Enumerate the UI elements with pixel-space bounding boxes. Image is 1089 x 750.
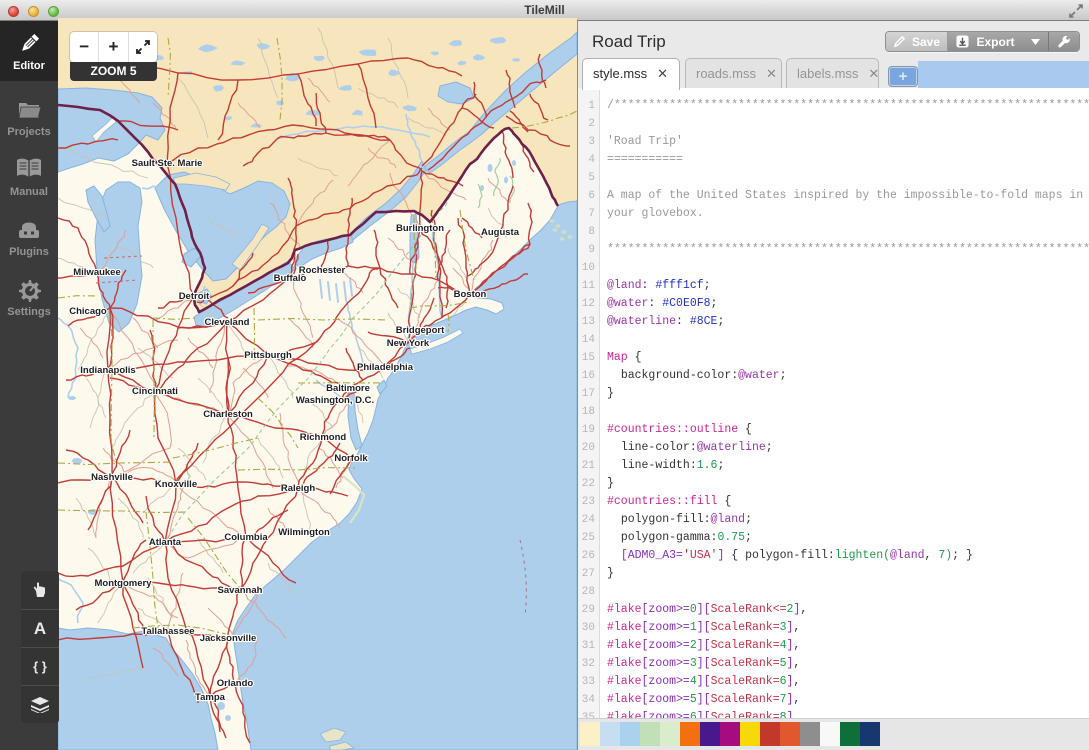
svg-text:Orlando: Orlando: [217, 678, 254, 689]
svg-text:Atlanta: Atlanta: [149, 537, 182, 548]
svg-text:Milwaukee: Milwaukee: [73, 267, 121, 278]
svg-text:Philadelphia: Philadelphia: [357, 362, 414, 373]
svg-text:Burlington: Burlington: [396, 223, 444, 234]
svg-text:New York: New York: [387, 338, 430, 349]
svg-text:Augusta: Augusta: [481, 227, 520, 238]
svg-text:Indianapolis: Indianapolis: [80, 365, 135, 376]
svg-text:Jacksonville: Jacksonville: [200, 633, 257, 644]
svg-text:Charleston: Charleston: [203, 409, 253, 420]
svg-text:Tampa: Tampa: [195, 692, 226, 703]
svg-text:Wilmington: Wilmington: [278, 527, 330, 538]
svg-text:Washington, D.C.: Washington, D.C.: [296, 395, 374, 406]
svg-text:Sault Ste. Marie: Sault Ste. Marie: [132, 158, 203, 169]
svg-text:Norfolk: Norfolk: [334, 453, 368, 464]
svg-text:Montgomery: Montgomery: [95, 578, 153, 589]
svg-text:Columbia: Columbia: [224, 532, 268, 543]
svg-text:Baltimore: Baltimore: [326, 383, 370, 394]
svg-text:Cincinnati: Cincinnati: [132, 386, 178, 397]
svg-text:Bridgeport: Bridgeport: [396, 325, 445, 336]
svg-text:Cleveland: Cleveland: [205, 317, 250, 328]
svg-text:Richmond: Richmond: [300, 432, 347, 443]
svg-text:Savannah: Savannah: [218, 585, 263, 596]
svg-text:Knoxville: Knoxville: [155, 479, 197, 490]
svg-text:Tallahassee: Tallahassee: [141, 626, 194, 637]
svg-text:Boston: Boston: [454, 289, 487, 300]
svg-text:Nashville: Nashville: [91, 472, 133, 483]
svg-text:Chicago: Chicago: [69, 306, 107, 317]
svg-text:Pittsburgh: Pittsburgh: [244, 350, 292, 361]
svg-text:Rochester: Rochester: [299, 265, 346, 276]
svg-text:Detroit: Detroit: [179, 291, 210, 302]
svg-text:Raleigh: Raleigh: [281, 483, 316, 494]
